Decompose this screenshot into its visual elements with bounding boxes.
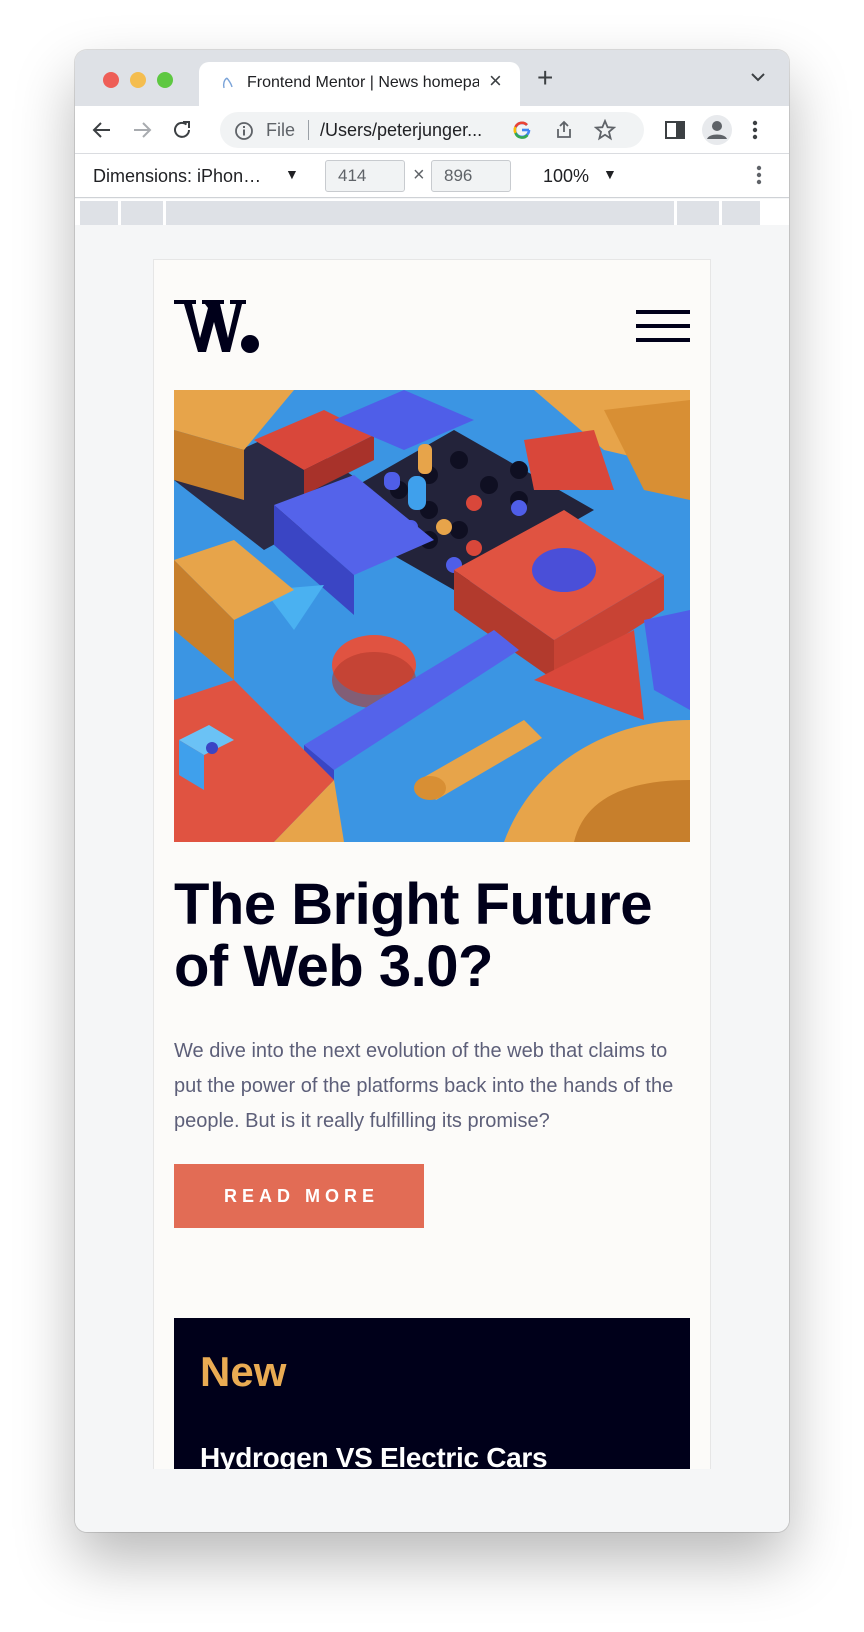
tab-title: Frontend Mentor | News homepage bbox=[247, 74, 479, 91]
device-dimensions-select[interactable]: Dimensions: iPhon… bbox=[93, 166, 261, 187]
media-query-segment[interactable] bbox=[722, 201, 760, 225]
hamburger-menu-icon[interactable] bbox=[636, 310, 692, 344]
close-window-button[interactable] bbox=[103, 72, 119, 88]
new-item-title[interactable]: Hydrogen VS Electric Cars bbox=[200, 1442, 548, 1469]
profile-icon[interactable] bbox=[702, 115, 732, 145]
read-more-button[interactable]: READ MORE bbox=[174, 1164, 424, 1228]
kebab-menu-icon[interactable] bbox=[751, 119, 759, 141]
minimize-window-button[interactable] bbox=[130, 72, 146, 88]
tab-favicon bbox=[222, 77, 233, 89]
url-scheme-label: File bbox=[266, 120, 296, 140]
info-icon[interactable] bbox=[234, 121, 254, 141]
kebab-menu-icon[interactable] bbox=[755, 164, 763, 186]
article-lead: We dive into the next evolution of the w… bbox=[174, 1040, 674, 1132]
browser-tab[interactable]: Frontend Mentor | News homepage × bbox=[199, 62, 520, 106]
media-query-segment[interactable] bbox=[677, 201, 719, 225]
emulated-viewport: The Bright Future of Web 3.0? We dive in… bbox=[75, 225, 789, 1532]
browser-toolbar: File /Users/peterjunger... bbox=[75, 106, 789, 154]
media-query-segment[interactable] bbox=[121, 201, 163, 225]
close-tab-icon[interactable]: × bbox=[489, 70, 502, 92]
browser-window: Frontend Mentor | News homepage × + File bbox=[75, 50, 789, 1532]
divider bbox=[308, 120, 309, 140]
share-icon[interactable] bbox=[554, 120, 574, 140]
article-headline: The Bright Future of Web 3.0? bbox=[174, 872, 653, 999]
chevron-down-icon[interactable] bbox=[751, 72, 765, 82]
maximize-window-button[interactable] bbox=[157, 72, 173, 88]
media-query-bar bbox=[75, 199, 789, 225]
forward-arrow-icon[interactable] bbox=[131, 119, 153, 141]
news-homepage: The Bright Future of Web 3.0? We dive in… bbox=[153, 259, 711, 1469]
dimension-separator: × bbox=[413, 164, 425, 186]
media-query-segment[interactable] bbox=[166, 201, 674, 225]
width-input[interactable] bbox=[325, 160, 405, 192]
caret-down-icon[interactable]: ▼ bbox=[603, 166, 617, 182]
new-section: New Hydrogen VS Electric Cars bbox=[174, 1318, 690, 1469]
reload-icon[interactable] bbox=[171, 119, 193, 141]
star-icon[interactable] bbox=[594, 119, 616, 141]
zoom-select[interactable]: 100% bbox=[543, 166, 589, 187]
hero-image bbox=[174, 390, 690, 842]
caret-down-icon[interactable]: ▼ bbox=[285, 166, 299, 182]
google-icon[interactable] bbox=[512, 120, 532, 140]
back-arrow-icon[interactable] bbox=[91, 119, 113, 141]
new-tab-button[interactable]: + bbox=[537, 64, 553, 92]
side-panel-icon[interactable] bbox=[664, 119, 686, 141]
device-toolbar: Dimensions: iPhon… ▼ × 100% ▼ bbox=[75, 154, 789, 198]
tab-strip: Frontend Mentor | News homepage × + bbox=[75, 50, 789, 106]
url-text[interactable]: /Users/peterjunger... bbox=[320, 120, 500, 141]
address-bar[interactable]: File /Users/peterjunger... bbox=[220, 112, 644, 148]
media-query-segment[interactable] bbox=[80, 201, 118, 225]
new-section-heading: New bbox=[200, 1348, 287, 1395]
site-logo[interactable] bbox=[174, 298, 260, 354]
height-input[interactable] bbox=[431, 160, 511, 192]
